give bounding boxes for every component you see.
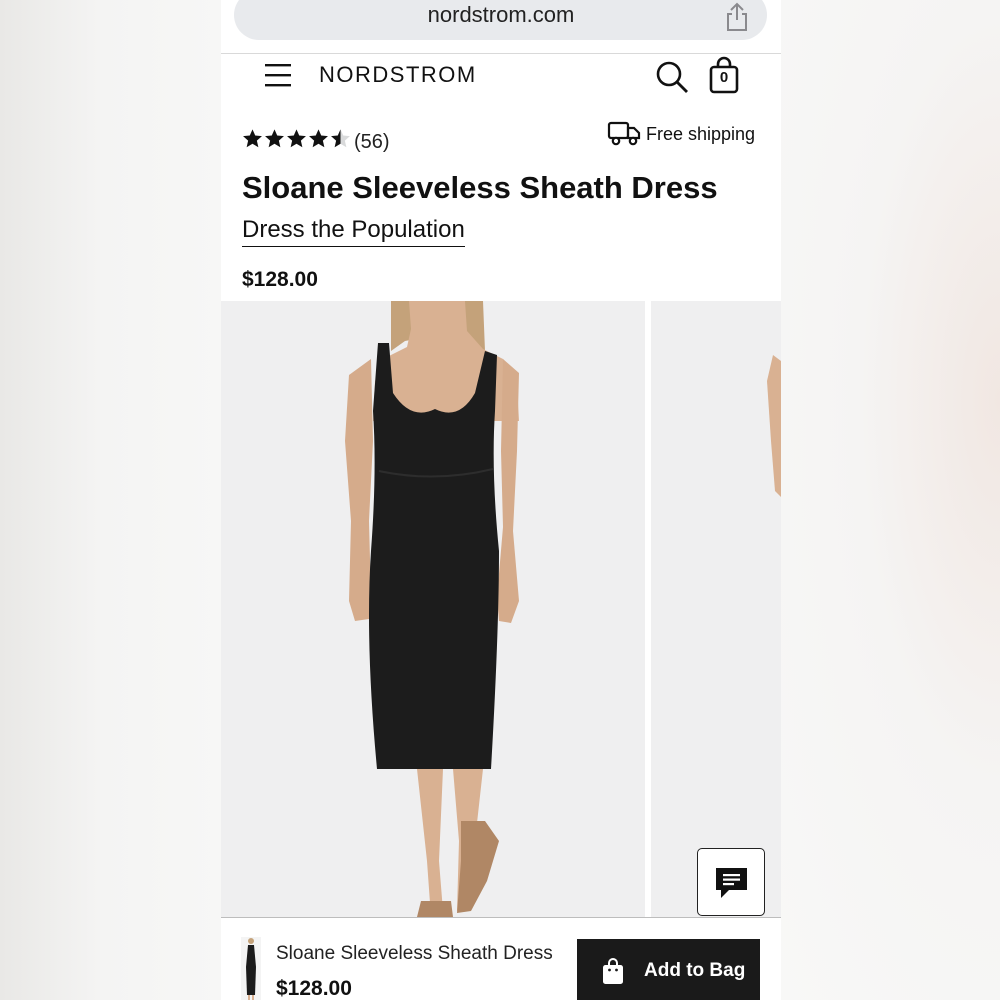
star-icon — [309, 129, 328, 148]
chat-icon — [716, 868, 747, 898]
add-to-bag-button[interactable]: Add to Bag — [577, 939, 760, 1000]
search-icon[interactable] — [655, 60, 689, 94]
star-icon — [265, 129, 284, 148]
product-brand-link[interactable]: Dress the Population — [242, 215, 465, 247]
shopping-bag-icon — [603, 958, 623, 984]
free-shipping-label: Free shipping — [646, 124, 756, 144]
star-icon — [243, 129, 262, 148]
review-count[interactable]: (56) — [354, 131, 390, 154]
url-text[interactable]: nordstrom.com — [221, 2, 781, 28]
brand-logo[interactable]: NORDSTROM — [319, 62, 477, 88]
add-to-bag-label: Add to Bag — [644, 960, 746, 981]
next-image-peek — [767, 355, 781, 497]
hamburger-menu-icon[interactable] — [264, 62, 292, 88]
background-left — [0, 0, 221, 1000]
truck-icon — [607, 121, 641, 146]
dress-model-illustration — [345, 301, 519, 917]
product-image-next[interactable] — [651, 301, 781, 917]
product-image-main[interactable] — [221, 301, 645, 917]
product-title: Sloane Sleeveless Sheath Dress — [242, 170, 718, 205]
half-star-icon — [331, 129, 350, 148]
rating-stars[interactable] — [242, 128, 352, 154]
sticky-product-price: $128.00 — [276, 977, 352, 1000]
product-price: $128.00 — [242, 268, 318, 291]
url-bar-divider — [221, 53, 781, 54]
chat-button[interactable] — [697, 848, 765, 916]
background-right — [781, 0, 1000, 1000]
star-icon — [287, 129, 306, 148]
product-thumbnail[interactable] — [241, 937, 261, 1000]
sticky-product-name: Sloane Sleeveless Sheath Dress — [276, 943, 553, 964]
bag-count: 0 — [719, 69, 729, 86]
sticky-add-to-bag-bar: Sloane Sleeveless Sheath Dress $128.00 A… — [221, 917, 781, 1000]
share-icon[interactable] — [724, 2, 750, 32]
phone-screen: nordstrom.com NORDSTROM 0 (56) Free ship… — [221, 0, 781, 1000]
